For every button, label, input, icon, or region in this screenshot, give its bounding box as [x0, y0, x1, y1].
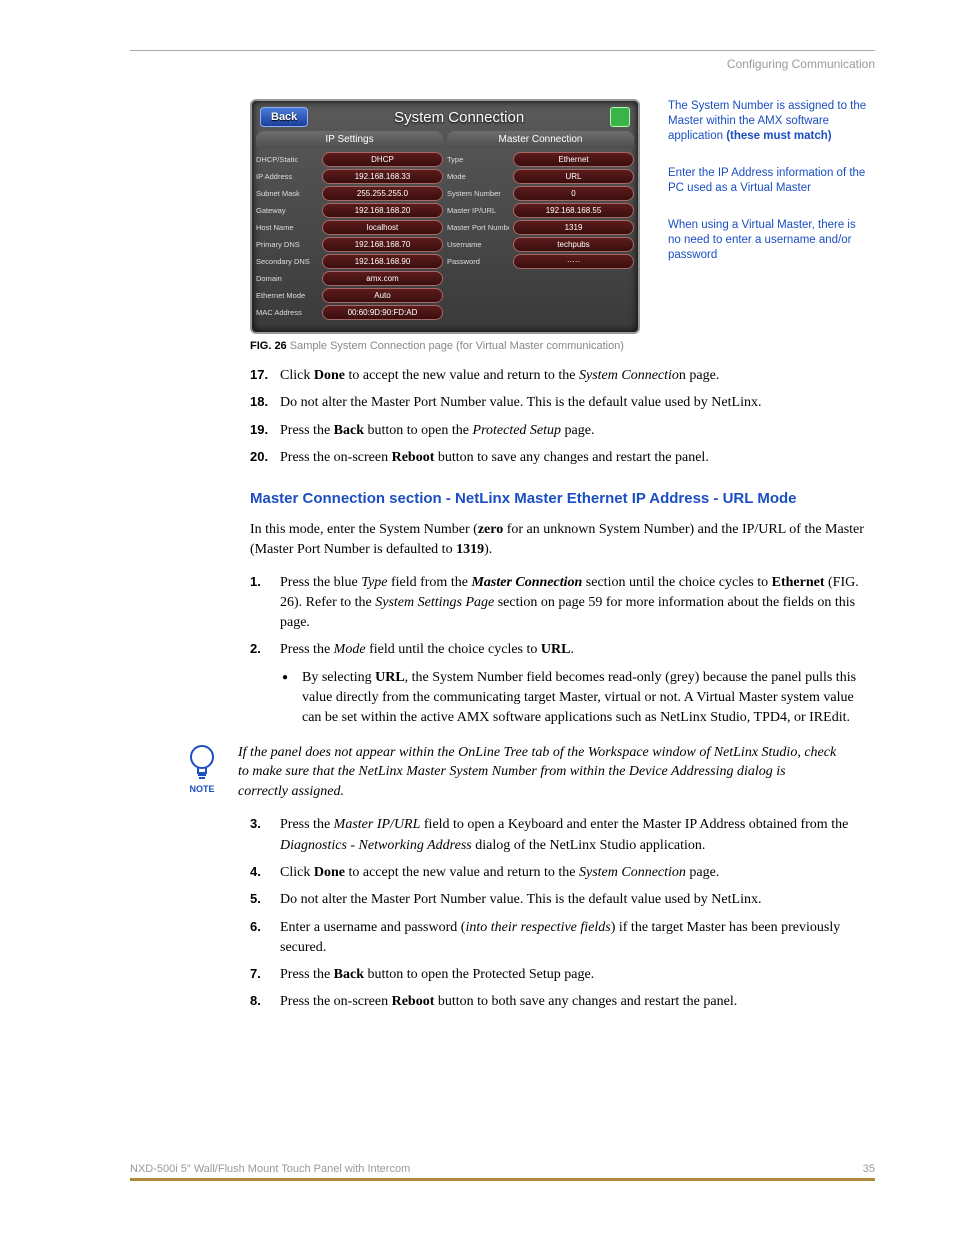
callout-3: When using a Virtual Master, there is no…	[668, 218, 868, 263]
settings-row: Type Ethernet	[447, 152, 634, 167]
ip-settings-head: IP Settings	[256, 131, 443, 148]
master-rows: Type Ethernet Mode URL System Number 0 Master …	[447, 152, 634, 269]
step-item: 7.Press the Back button to open the Prot…	[250, 965, 875, 985]
settings-row: Master Port Number 1319	[447, 220, 634, 235]
row-label: Ethernet Mode	[256, 291, 318, 300]
row-label: Type	[447, 155, 509, 164]
figure-caption-bold: FIG. 26	[250, 340, 287, 352]
step-item: 1.Press the blue Type field from the Mas…	[250, 573, 875, 634]
step-item: 19.Press the Back button to open the Pro…	[250, 421, 875, 441]
settings-row: Master IP/URL 192.168.168.55	[447, 203, 634, 218]
settings-row: Username techpubs	[447, 237, 634, 252]
page-footer: NXD-500i 5" Wall/Flush Mount Touch Panel…	[130, 1163, 875, 1181]
step-item: 4.Click Done to accept the new value and…	[250, 863, 875, 883]
settings-row: Gateway 192.168.168.20	[256, 203, 443, 218]
step-item: 3.Press the Master IP/URL field to open …	[250, 815, 875, 856]
row-value[interactable]: 192.168.168.70	[322, 237, 443, 252]
settings-row: Ethernet Mode Auto	[256, 288, 443, 303]
row-label: Master IP/URL	[447, 206, 509, 215]
system-connection-panel: Back System Connection IP Settings DHCP/…	[250, 99, 640, 334]
callout-2: Enter the IP Address information of the …	[668, 166, 868, 196]
settings-row: Password ·····	[447, 254, 634, 269]
step-item: 2.Press the Mode field until the choice …	[250, 640, 875, 660]
row-value[interactable]: 192.168.168.55	[513, 203, 634, 218]
settings-row: Domain amx.com	[256, 271, 443, 286]
bullet-item: By selecting URL, the System Number fiel…	[282, 668, 875, 729]
row-label: Subnet Mask	[256, 189, 318, 198]
figure-caption-rest: Sample System Connection page (for Virtu…	[287, 340, 624, 352]
header-section: Configuring Communication	[130, 57, 875, 71]
row-value[interactable]: DHCP	[322, 152, 443, 167]
step-item: 18.Do not alter the Master Port Number v…	[250, 393, 875, 413]
row-label: IP Address	[256, 172, 318, 181]
step-item: 8.Press the on-screen Reboot button to b…	[250, 992, 875, 1012]
row-value[interactable]: 00:60:9D:90:FD:AD	[322, 305, 443, 320]
bullet-list: By selecting URL, the System Number fiel…	[282, 668, 875, 729]
step-item: 17.Click Done to accept the new value an…	[250, 366, 875, 386]
settings-row: Mode URL	[447, 169, 634, 184]
row-value[interactable]: amx.com	[322, 271, 443, 286]
header-rule	[130, 50, 875, 51]
step-item: 20.Press the on-screen Reboot button to …	[250, 448, 875, 468]
master-connection-column: Master Connection Type Ethernet Mode URL Sys…	[447, 131, 634, 322]
ip-settings-column: IP Settings DHCP/Static DHCP IP Address 192…	[256, 131, 443, 322]
row-value[interactable]: ·····	[513, 254, 634, 269]
settings-row: DHCP/Static DHCP	[256, 152, 443, 167]
figure-26: Back System Connection IP Settings DHCP/…	[250, 99, 875, 334]
intro-para: In this mode, enter the System Number (z…	[250, 520, 875, 561]
settings-row: Secondary DNS 192.168.168.90	[256, 254, 443, 269]
step-item: 6.Enter a username and password (into th…	[250, 918, 875, 959]
panel-title: System Connection	[308, 109, 610, 126]
row-value[interactable]: 0	[513, 186, 634, 201]
settings-row: System Number 0	[447, 186, 634, 201]
callouts: The System Number is assigned to the Mas…	[668, 99, 868, 285]
step-item: 5.Do not alter the Master Port Number va…	[250, 890, 875, 910]
row-label: Domain	[256, 274, 318, 283]
footer-right: 35	[863, 1163, 875, 1175]
row-label: Secondary DNS	[256, 257, 318, 266]
steps-1-2: 1.Press the blue Type field from the Mas…	[250, 573, 875, 661]
row-value[interactable]: 192.168.168.90	[322, 254, 443, 269]
row-value[interactable]: 192.168.168.33	[322, 169, 443, 184]
row-value[interactable]: 1319	[513, 220, 634, 235]
row-value[interactable]: Auto	[322, 288, 443, 303]
row-value[interactable]: URL	[513, 169, 634, 184]
lightbulb-icon	[186, 743, 218, 781]
row-value[interactable]: 192.168.168.20	[322, 203, 443, 218]
settings-row: Primary DNS 192.168.168.70	[256, 237, 443, 252]
settings-row: IP Address 192.168.168.33	[256, 169, 443, 184]
ip-rows: DHCP/Static DHCP IP Address 192.168.168.33 S…	[256, 152, 443, 320]
row-value[interactable]: techpubs	[513, 237, 634, 252]
steps-3-8: 3.Press the Master IP/URL field to open …	[250, 815, 875, 1012]
note-block: NOTE If the panel does not appear within…	[180, 743, 875, 802]
row-label: System Number	[447, 189, 509, 198]
status-icon	[610, 107, 630, 127]
note-text: If the panel does not appear within the …	[238, 743, 838, 802]
settings-row: Subnet Mask 255.255.255.0	[256, 186, 443, 201]
footer-left: NXD-500i 5" Wall/Flush Mount Touch Panel…	[130, 1163, 410, 1175]
steps-17-20: 17.Click Done to accept the new value an…	[250, 366, 875, 468]
row-label: Gateway	[256, 206, 318, 215]
row-label: Mode	[447, 172, 509, 181]
row-label: Username	[447, 240, 509, 249]
row-value[interactable]: Ethernet	[513, 152, 634, 167]
row-value[interactable]: localhost	[322, 220, 443, 235]
settings-row: MAC Address 00:60:9D:90:FD:AD	[256, 305, 443, 320]
row-label: Master Port Number	[447, 223, 509, 232]
row-label: MAC Address	[256, 308, 318, 317]
row-label: DHCP/Static	[256, 155, 318, 164]
section-heading: Master Connection section - NetLinx Mast…	[250, 488, 875, 510]
row-value[interactable]: 255.255.255.0	[322, 186, 443, 201]
row-label: Password	[447, 257, 509, 266]
row-label: Host Name	[256, 223, 318, 232]
note-label: NOTE	[180, 783, 224, 796]
settings-row: Host Name localhost	[256, 220, 443, 235]
callout-1-bold: (these must match)	[726, 130, 831, 142]
back-button[interactable]: Back	[260, 107, 308, 127]
figure-caption: FIG. 26 Sample System Connection page (f…	[250, 340, 875, 352]
master-connection-head: Master Connection	[447, 131, 634, 148]
row-label: Primary DNS	[256, 240, 318, 249]
